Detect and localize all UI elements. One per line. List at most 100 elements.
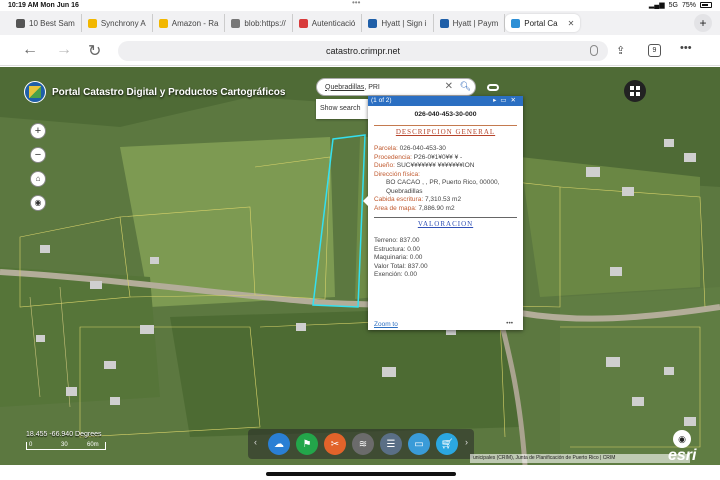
popup-field: Dirección física:	[374, 171, 517, 180]
tab-strip: 10 Best Sam Synchrony A Amazon - Ra blob:ht…	[0, 11, 720, 35]
tab-favicon-icon	[158, 18, 168, 28]
flag-icon[interactable]: ⚑	[296, 433, 318, 455]
popup-more-button[interactable]: •••	[506, 320, 513, 327]
forward-arrow-icon[interactable]: →	[56, 41, 72, 59]
show-search-suggestion[interactable]: Show search	[316, 99, 368, 119]
field-label: Parcela:	[374, 145, 398, 152]
dock-right-arrow-icon[interactable]: ›	[465, 437, 468, 447]
battery-label: 75%	[681, 1, 696, 9]
address-line: BO CACAO , , PR, Puerto Rico, 00000,	[386, 179, 500, 186]
tab-label: Synchrony A	[100, 18, 146, 28]
back-arrow-icon[interactable]: ←	[22, 41, 38, 59]
browser-tab[interactable]: Portal Ca ✕	[505, 14, 581, 32]
app-title: Portal Catastro Digital y Productos Cart…	[52, 86, 286, 98]
browser-tab[interactable]: Autenticació	[293, 14, 363, 32]
home-icon[interactable]: ⌂	[30, 171, 46, 187]
folder-icon[interactable]: ▭	[408, 433, 430, 455]
popup-pointer	[363, 196, 368, 206]
field-value: SUC¥¥¥¥¥¥¥ ¥¥¥¥¥¥¥ION	[394, 162, 475, 169]
search-input[interactable]: Quebradillas, PRI ✕ 🔍︎	[316, 78, 476, 96]
zoom-out-button[interactable]: −	[30, 147, 46, 163]
tab-label: 10 Best Sam	[29, 18, 75, 28]
popup-field: Procedencia: P26-0¥1¥0¥¥ ¥ -	[374, 154, 517, 163]
measure-icon[interactable]: ✂	[324, 433, 346, 455]
popup-controls[interactable]: ▸▭✕	[493, 96, 520, 106]
tab-favicon-icon	[511, 18, 521, 28]
aerial-imagery	[0, 67, 720, 465]
reload-icon[interactable]: ↻	[88, 41, 101, 61]
zoom-in-button[interactable]: +	[30, 123, 46, 139]
tab-favicon-icon	[368, 18, 378, 28]
more-options-icon[interactable]: •••	[680, 42, 692, 54]
tab-label: Autenticació	[311, 18, 356, 28]
field-value: 026-040-453-30	[397, 145, 446, 152]
popup-field: Dueño: SUC¥¥¥¥¥¥¥ ¥¥¥¥¥¥¥ION	[374, 162, 517, 171]
valuation-line: Estructura: 0.00	[374, 245, 420, 253]
dock-left-arrow-icon[interactable]: ‹	[254, 437, 257, 447]
scale-label-0: 0	[29, 442, 33, 448]
locate-icon[interactable]: ◉	[30, 195, 46, 211]
search-icon[interactable]: 🔍︎	[460, 81, 471, 92]
browser-tab[interactable]: blob:https://	[225, 14, 293, 32]
valuation-line: Exención: 0.00	[374, 271, 418, 278]
section-valuation: VALORACION	[374, 217, 517, 228]
tool-dock: ‹ › ☁ ⚑ ✂ ≋ ☰ ▭ 🛒︎	[248, 429, 474, 459]
popup-field: Parcela: 026-040-453-30	[374, 145, 517, 154]
section-description: DESCRIPCION GENERAL	[374, 125, 517, 136]
new-tab-button[interactable]: +	[694, 14, 712, 32]
network-label: 5G	[668, 1, 678, 9]
navigation-bar: ← → ↻ catastro.crimpr.net ⇪ 9 •••	[0, 36, 720, 66]
share-icon[interactable]: ⇪	[616, 44, 625, 57]
valuation-line: Maquinaria: 0.00	[374, 254, 423, 261]
field-label: Procedencia:	[374, 153, 412, 161]
tab-favicon-icon	[16, 18, 25, 28]
tab-favicon-icon	[439, 18, 449, 28]
signal-icon: ▂▄▆	[648, 2, 665, 9]
tab-favicon-icon	[87, 18, 97, 28]
browser-tab[interactable]: Amazon - Ra	[153, 14, 226, 32]
popup-page-label: (1 of 2)	[371, 97, 392, 104]
url-text: catastro.crimpr.net	[325, 46, 401, 56]
tab-count-button[interactable]: 9	[648, 44, 661, 57]
close-tab-icon[interactable]: ✕	[568, 19, 575, 28]
parcel-popup: (1 of 2) ▸▭✕ 026-040-453-30-000 DESCRIPC…	[363, 96, 523, 330]
coordinates-readout: 18.455 -66.940 Degrees	[26, 431, 102, 438]
basemap-icon[interactable]: ☁	[268, 433, 290, 455]
field-label: Dueño:	[374, 162, 395, 169]
list-icon[interactable]: ☰	[380, 433, 402, 455]
map-view[interactable]: Portal Catastro Digital y Productos Cart…	[0, 67, 720, 465]
app-header: Portal Catastro Digital y Productos Cart…	[24, 81, 285, 103]
popup-header: (1 of 2) ▸▭✕	[368, 96, 523, 106]
tab-label: Amazon - Ra	[171, 18, 219, 28]
field-label: Cabida escritura:	[374, 196, 424, 203]
field-value: 7,310.53 m2	[423, 196, 462, 203]
microphone-icon[interactable]	[590, 45, 598, 56]
tab-label: blob:https://	[244, 18, 286, 28]
browser-tab[interactable]: Synchrony A	[82, 14, 153, 32]
scale-bar: 0 30 60m	[26, 442, 106, 450]
browser-tab[interactable]: Hyatt | Paym	[434, 14, 506, 32]
layers-icon[interactable]: ≋	[352, 433, 374, 455]
address-bar[interactable]: catastro.crimpr.net	[118, 41, 608, 61]
app-grid-icon[interactable]	[624, 80, 646, 102]
link-icon[interactable]	[487, 84, 499, 91]
visibility-icon[interactable]: ◉	[673, 430, 691, 448]
browser-tab[interactable]: Hyatt | Sign i	[362, 14, 434, 32]
multitask-dots[interactable]: •••	[352, 0, 360, 7]
parcel-id: 026-040-453-30-000	[414, 111, 477, 118]
popup-field: Área de mapa: 7,886.90 m2	[374, 205, 517, 214]
cart-icon[interactable]: 🛒︎	[436, 433, 458, 455]
search-value: Quebradillas, PRI	[325, 83, 380, 91]
battery-icon	[700, 2, 712, 8]
tab-favicon-icon	[298, 18, 308, 28]
browser-tab[interactable]: 10 Best Sam	[10, 14, 82, 32]
field-label: Área de mapa:	[374, 204, 417, 212]
tab-label: Portal Ca	[524, 18, 558, 28]
zoom-to-link[interactable]: Zoom to	[374, 321, 398, 328]
home-indicator[interactable]	[266, 472, 456, 476]
address-line: Quebradillas	[386, 187, 423, 195]
field-value: P26-0¥1¥0¥¥ ¥ -	[411, 153, 463, 161]
status-bar: 10:19 AM Mon Jun 16 ••• ▂▄▆ 5G 75%	[0, 0, 720, 10]
clear-search-icon[interactable]: ✕	[445, 81, 453, 92]
crim-logo	[24, 81, 46, 103]
